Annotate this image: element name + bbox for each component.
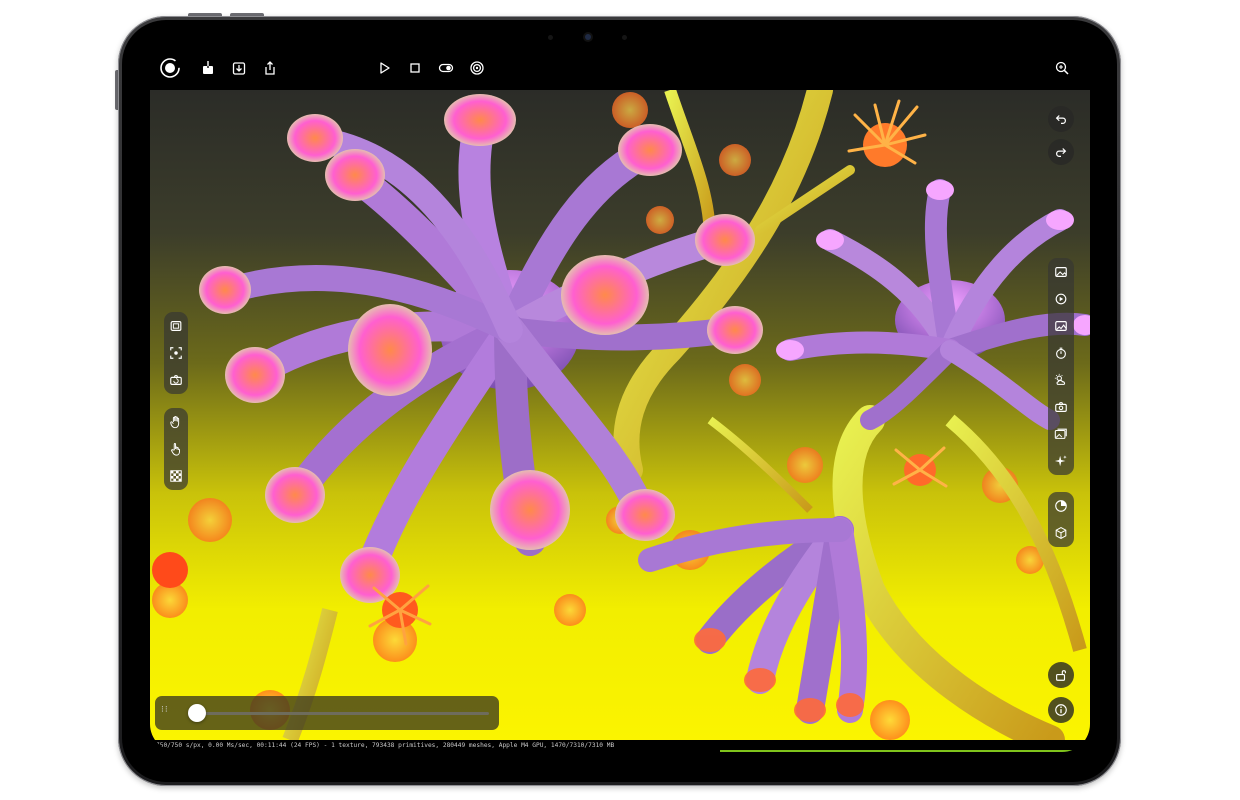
play-icon[interactable] (374, 58, 394, 78)
image-icon[interactable] (1050, 261, 1072, 283)
hand-icon[interactable] (165, 411, 187, 433)
app-screen: ⁝⁝ 750/750 s/px, 0.00 Ms/sec, 00:11:44 (… (150, 46, 1090, 752)
unlock-icon[interactable] (1048, 662, 1074, 688)
sensor (622, 35, 627, 40)
record-ring-icon[interactable] (159, 57, 181, 79)
timer-icon[interactable] (1050, 342, 1072, 364)
render-settings-icon[interactable] (1050, 288, 1072, 310)
gallery-icon[interactable] (1050, 423, 1072, 445)
top-toolbar (150, 46, 1090, 90)
checker-icon[interactable] (165, 465, 187, 487)
stop-icon[interactable] (405, 58, 425, 78)
frame-icon[interactable] (165, 315, 187, 337)
left-camera-panel (164, 312, 188, 394)
landscape-icon[interactable] (1050, 315, 1072, 337)
material-icon[interactable] (1050, 495, 1072, 517)
right-tool-panel (1048, 258, 1074, 475)
sensor (548, 35, 553, 40)
camera-icon[interactable] (1050, 396, 1072, 418)
drag-handle-icon[interactable]: ⁝⁝ (161, 705, 168, 719)
undo-icon[interactable] (1048, 106, 1074, 132)
sparkle-icon[interactable] (1050, 450, 1072, 472)
rendered-flower-scene (152, 90, 1090, 740)
pointer-hand-icon[interactable] (165, 438, 187, 460)
left-gesture-panel (164, 408, 188, 490)
timeline-scrubber[interactable]: ⁝⁝ (155, 696, 499, 730)
right-secondary-panel (1048, 492, 1074, 547)
render-viewport[interactable] (150, 90, 1090, 740)
zoom-icon[interactable] (1052, 58, 1072, 78)
front-camera (585, 34, 591, 40)
download-icon[interactable] (229, 58, 249, 78)
timeline-track[interactable] (191, 712, 489, 715)
share-icon[interactable] (260, 58, 280, 78)
focus-icon[interactable] (165, 342, 187, 364)
weather-icon[interactable] (1050, 369, 1072, 391)
export-icon[interactable] (198, 58, 218, 78)
redo-icon[interactable] (1048, 139, 1074, 165)
info-icon[interactable] (1048, 697, 1074, 723)
cube-icon[interactable] (1050, 522, 1072, 544)
timeline-thumb[interactable] (188, 704, 206, 722)
toggle-icon[interactable] (436, 58, 456, 78)
camera-rotate-icon[interactable] (165, 369, 187, 391)
progress-accent (720, 750, 1090, 752)
target-icon[interactable] (467, 58, 487, 78)
